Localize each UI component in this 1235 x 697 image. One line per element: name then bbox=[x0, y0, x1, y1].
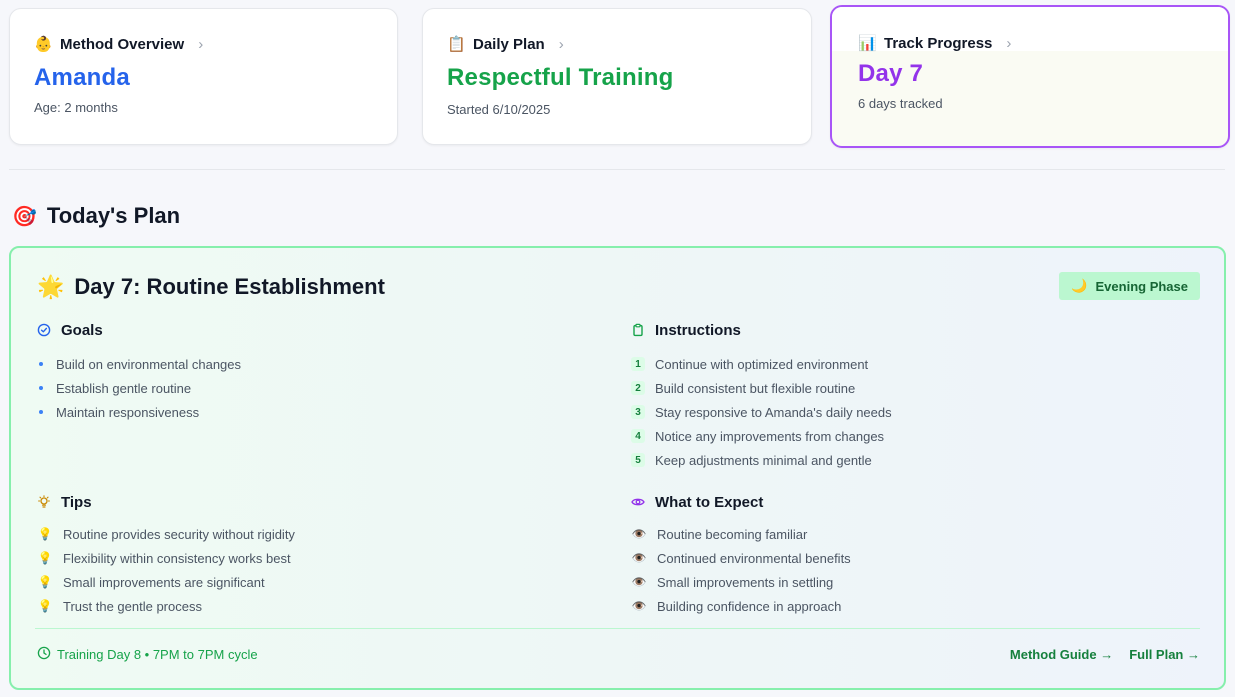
days-tracked: 6 days tracked bbox=[858, 96, 943, 111]
list-item: Maintain responsiveness bbox=[37, 400, 597, 424]
eye-icon bbox=[631, 495, 645, 509]
chevron-right-icon: › bbox=[558, 35, 564, 53]
lightbulb-icon: 💡 bbox=[37, 551, 53, 565]
lightbulb-icon: 💡 bbox=[37, 575, 53, 589]
bullet bbox=[39, 362, 43, 366]
eye-icon: 👁️ bbox=[631, 599, 647, 613]
list-item: 👁️ Small improvements in settling bbox=[631, 574, 834, 590]
method-overview-card[interactable]: 👶 Method Overview › Amanda Age: 2 months bbox=[9, 8, 398, 145]
star-icon: 🌟 bbox=[37, 274, 65, 299]
lightbulb-icon bbox=[37, 495, 51, 509]
target-icon: 🎯 bbox=[12, 205, 37, 228]
card-label: Daily Plan bbox=[473, 35, 545, 53]
list-item: 💡 Trust the gentle process bbox=[37, 598, 202, 614]
lightbulb-icon: 💡 bbox=[37, 599, 53, 613]
list-item: 3 Stay responsive to Amanda's daily needs bbox=[631, 400, 1191, 424]
divider bbox=[9, 169, 1225, 170]
plan-title: 🌟 Day 7: Routine Establishment bbox=[37, 274, 385, 300]
eye-icon: 👁️ bbox=[631, 551, 647, 565]
expect-title: What to Expect bbox=[655, 493, 764, 511]
list-item: 5 Keep adjustments minimal and gentle bbox=[631, 448, 1191, 472]
chevron-right-icon: › bbox=[198, 35, 204, 53]
list-item: 4 Notice any improvements from changes bbox=[631, 424, 1191, 448]
phase-label: Evening Phase bbox=[1095, 278, 1188, 294]
instructions-title: Instructions bbox=[655, 321, 741, 339]
current-day: Day 7 bbox=[858, 60, 924, 87]
list-item: Establish gentle routine bbox=[37, 376, 597, 400]
list-item: Build on environmental changes bbox=[37, 352, 597, 376]
clock-icon bbox=[37, 646, 51, 663]
card-label: Method Overview bbox=[60, 35, 185, 53]
section-title-text: Today's Plan bbox=[46, 203, 181, 228]
clipboard-icon bbox=[631, 323, 645, 337]
chevron-right-icon: › bbox=[1006, 34, 1012, 52]
list-item: 2 Build consistent but flexible routine bbox=[631, 376, 1191, 400]
method-guide-link[interactable]: Method Guide → bbox=[1010, 647, 1113, 662]
baby-icon: 👶 bbox=[34, 36, 53, 53]
section-title: 🎯 Today's Plan bbox=[12, 203, 180, 229]
check-circle-icon bbox=[37, 323, 51, 337]
list-item: 👁️ Continued environmental benefits bbox=[631, 550, 851, 566]
phase-badge: 🌙 Evening Phase bbox=[1059, 272, 1200, 300]
method-name: Respectful Training bbox=[447, 64, 674, 91]
child-age: Age: 2 months bbox=[34, 100, 118, 115]
list-item: 💡 Flexibility within consistency works be… bbox=[37, 550, 291, 566]
full-plan-link[interactable]: Full Plan → bbox=[1129, 647, 1200, 662]
what-to-expect-section: What to Expect 👁️ Routine becoming famili… bbox=[631, 492, 1191, 618]
track-progress-card[interactable]: 📊 Track Progress › Day 7 6 days tracked bbox=[830, 5, 1230, 148]
plan-footer: Training Day 8 • 7PM to 7PM cycle Method… bbox=[37, 646, 1200, 663]
bullet bbox=[39, 386, 43, 390]
list-item: 1 Continue with optimized environment bbox=[631, 352, 1191, 376]
list-item: 💡 Routine provides security without rigid… bbox=[37, 526, 295, 542]
goals-title: Goals bbox=[61, 321, 103, 339]
daily-plan-card[interactable]: 📋 Daily Plan › Respectful Training Start… bbox=[422, 8, 812, 145]
child-name: Amanda bbox=[34, 64, 130, 91]
lightbulb-icon: 💡 bbox=[37, 527, 53, 541]
moon-icon: 🌙 bbox=[1071, 278, 1088, 293]
divider bbox=[35, 628, 1200, 629]
bar-chart-icon: 📊 bbox=[858, 35, 877, 52]
list-item: 👁️ Routine becoming familiar bbox=[631, 526, 808, 542]
today-plan-panel: 🌟 Day 7: Routine Establishment 🌙 Evening… bbox=[9, 246, 1226, 690]
goals-section: Goals Build on environmental changes Est… bbox=[37, 320, 597, 424]
tips-title: Tips bbox=[61, 493, 92, 511]
clipboard-icon: 📋 bbox=[447, 36, 466, 53]
start-date: Started 6/10/2025 bbox=[447, 102, 551, 117]
tips-section: Tips 💡 Routine provides security without … bbox=[37, 492, 597, 618]
training-day-info: Training Day 8 • 7PM to 7PM cycle bbox=[57, 647, 258, 662]
eye-icon: 👁️ bbox=[631, 575, 647, 589]
bullet bbox=[39, 410, 43, 414]
instructions-section: Instructions 1 Continue with optimized en… bbox=[631, 320, 1191, 472]
card-label: Track Progress bbox=[884, 34, 993, 52]
eye-icon: 👁️ bbox=[631, 527, 647, 541]
plan-title-text: Day 7: Routine Establishment bbox=[74, 274, 385, 299]
list-item: 💡 Small improvements are significant bbox=[37, 574, 265, 590]
list-item: 👁️ Building confidence in approach bbox=[631, 598, 842, 614]
